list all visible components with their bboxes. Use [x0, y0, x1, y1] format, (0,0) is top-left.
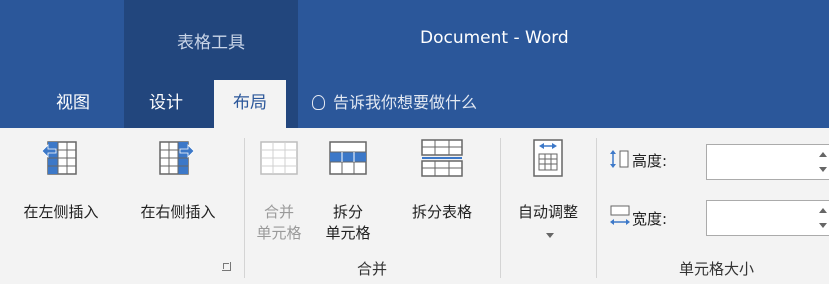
ribbon-tab-bar: 视图 设计 布局 告诉我你想要做什么 [0, 80, 829, 128]
split-cells-icon [329, 141, 367, 175]
document-title: Document - Word [420, 28, 569, 48]
group-label-cell-size: 单元格大小 [678, 260, 754, 278]
merge-cells-button[interactable]: 合并 单元格 [250, 134, 308, 254]
insert-column-left-icon [41, 141, 77, 175]
tell-me-text: 告诉我你想要做什么 [333, 93, 478, 112]
group-label-merge: 合并 [356, 260, 387, 278]
group-separator [500, 138, 501, 278]
autofit-label: 自动调整 [517, 203, 578, 221]
insert-right-label: 在右侧插入 [140, 203, 216, 221]
merge-cells-label-2: 单元格 [256, 224, 302, 242]
tell-me-box[interactable]: 告诉我你想要做什么 [312, 80, 477, 128]
spin-up-icon[interactable] [819, 208, 827, 213]
height-spin-input[interactable] [706, 144, 829, 180]
insert-column-right-icon [159, 141, 195, 175]
merge-cells-label-1: 合并 [263, 203, 294, 221]
split-table-icon [421, 139, 463, 177]
spin-down-icon[interactable] [819, 167, 827, 172]
width-label: 宽度: [632, 210, 668, 228]
width-spin-input[interactable] [706, 200, 829, 236]
lightbulb-icon [312, 95, 325, 110]
split-cells-label-2: 单元格 [325, 224, 371, 242]
spin-down-icon[interactable] [819, 223, 827, 228]
insert-right-button[interactable]: 在右侧插入 [122, 134, 234, 234]
dialog-launcher-icon[interactable] [222, 262, 231, 271]
tab-view[interactable]: 视图 [36, 80, 110, 128]
split-cells-label-1: 拆分 [332, 203, 363, 221]
autofit-icon [533, 139, 563, 177]
group-separator [596, 138, 597, 278]
split-cells-button[interactable]: 拆分 单元格 [310, 134, 386, 254]
tab-layout[interactable]: 布局 [214, 80, 286, 128]
tab-design[interactable]: 设计 [134, 80, 198, 128]
height-label: 高度: [632, 152, 668, 170]
column-width-icon [610, 205, 630, 225]
group-separator [244, 138, 245, 278]
row-height-icon [610, 150, 629, 168]
merge-cells-icon [260, 141, 298, 175]
spin-up-icon[interactable] [819, 152, 827, 157]
split-table-button[interactable]: 拆分表格 [390, 134, 494, 234]
split-table-label: 拆分表格 [411, 203, 472, 221]
table-tools-label: 表格工具 [177, 33, 245, 53]
chevron-down-icon[interactable] [546, 233, 554, 238]
insert-left-button[interactable]: 在左侧插入 [0, 134, 122, 234]
insert-left-label: 在左侧插入 [23, 203, 99, 221]
